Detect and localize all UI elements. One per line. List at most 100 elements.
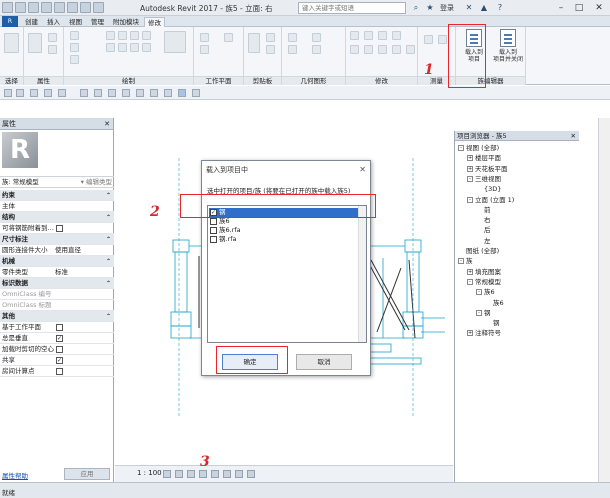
infocenter-icon[interactable]: ★ [424,2,436,14]
circle-tool-icon[interactable] [118,31,127,40]
detail-level-icon[interactable] [163,470,171,478]
browser-node[interactable]: + 楼层平面 [467,154,501,163]
property-checkbox[interactable]: ✓ [56,335,63,342]
property-checkbox[interactable] [56,368,63,375]
align-icon[interactable] [350,31,359,40]
arc-tool-icon[interactable] [106,31,115,40]
browser-node[interactable]: - 视图 (全部) [458,144,499,153]
edit-type-button[interactable]: ▾ 编辑类型 [81,177,112,188]
trim-icon[interactable] [378,45,387,54]
measure-distance-icon[interactable] [424,35,433,44]
array-icon[interactable] [392,45,401,54]
load-into-project-close-button[interactable]: 载入到 项目并关闭 [492,27,524,67]
property-category[interactable]: 结构 ⌃ [0,212,114,223]
properties-icon[interactable] [28,33,42,53]
maximize-icon[interactable]: □ [570,0,588,16]
sun-path-icon[interactable] [187,470,195,478]
save-icon[interactable] [28,2,39,13]
text-icon[interactable] [93,2,104,13]
aligned-dimension-icon[interactable] [438,35,447,44]
property-value[interactable]: 使用直径 [55,245,81,255]
set-work-plane-icon[interactable] [200,33,209,42]
project-list-item[interactable]: 族6.rfa [209,226,359,235]
tab-modify[interactable]: 修改 [144,17,165,27]
print-icon[interactable] [67,2,78,13]
help-icon[interactable]: ? [494,2,506,14]
browser-node[interactable]: 前 [476,206,491,215]
close-icon[interactable]: ✕ [590,0,608,16]
modify-select-icon[interactable] [4,33,19,53]
ref-plane-icon[interactable] [142,43,151,52]
tangent-arc-icon[interactable] [130,43,139,52]
browser-node[interactable]: + 注释符号 [467,329,501,338]
property-checkbox[interactable]: ✓ [56,357,63,364]
exchange-icon[interactable]: ✕ [463,2,475,14]
collapse-icon[interactable]: - [458,258,464,265]
browser-node[interactable]: 族6 [485,299,504,308]
apply-button[interactable]: 应用 [64,468,110,480]
browser-node[interactable]: -钢 [476,309,491,318]
model-line-icon[interactable] [164,31,186,53]
cut-geometry-icon[interactable] [288,45,297,54]
opt-measure-icon[interactable] [80,89,88,97]
line-tool-icon[interactable] [70,31,79,40]
mirror-icon[interactable] [378,31,387,40]
expand-icon[interactable]: + [467,155,473,162]
collapse-icon[interactable]: - [467,175,473,182]
collapse-chevron-icon[interactable]: ⌃ [106,278,111,288]
browser-node[interactable]: - 三维视图 [467,175,501,184]
opt-undo-icon[interactable] [30,89,38,97]
collapse-chevron-icon[interactable]: ⌃ [106,190,111,200]
opt-tag-icon[interactable] [108,89,116,97]
property-category[interactable]: 其他 ⌃ [0,311,114,322]
copy-icon[interactable] [266,45,275,54]
offset-icon[interactable] [364,31,373,40]
collapse-icon[interactable]: - [476,289,482,296]
property-value[interactable]: 标准 [55,267,68,277]
browser-node[interactable]: 钢 [485,319,500,328]
expand-icon[interactable]: + [467,268,473,275]
show-work-plane-icon[interactable] [200,45,209,54]
project-browser-close-icon[interactable]: ✕ [571,131,576,141]
tab-create[interactable]: 创建 [22,17,41,27]
file-menu-button[interactable]: R [2,16,18,27]
cut-icon[interactable] [266,33,275,42]
properties-close-icon[interactable]: ✕ [104,118,110,130]
search-input[interactable]: 键入关键字或短语 [298,2,406,14]
collapse-icon[interactable]: - [476,309,482,316]
browser-node[interactable]: 图纸 (全部) [458,247,499,256]
vertical-scrollbar[interactable] [598,118,610,482]
project-checkbox[interactable] [210,236,217,243]
view-scale[interactable]: 1 : 100 [137,469,162,477]
fillet-arc-icon[interactable] [118,43,127,52]
opt-thin-lines-icon[interactable] [164,89,172,97]
collapse-icon[interactable]: - [467,278,473,285]
measure-icon[interactable] [80,2,91,13]
paste-icon[interactable] [248,33,260,53]
opt-sync-icon[interactable] [58,89,66,97]
collapse-icon[interactable]: - [467,196,473,203]
expand-icon[interactable]: + [467,165,473,172]
browser-node[interactable]: + 填充图案 [467,268,501,277]
type-selector[interactable]: 族: 常规模型 ▾ 编辑类型 [0,176,114,188]
tab-manage[interactable]: 管理 [88,17,107,27]
copy-element-icon[interactable] [350,45,359,54]
split-face-icon[interactable] [312,33,321,42]
shadows-icon[interactable] [199,470,207,478]
scale-icon[interactable] [406,45,415,54]
project-list-item[interactable]: 钢.rfa [209,235,359,244]
opt-close-hidden-icon[interactable] [178,89,186,97]
opt-open-icon[interactable] [4,89,12,97]
browser-node[interactable]: - 常规模型 [467,278,501,287]
ellipse-tool-icon[interactable] [142,31,151,40]
group-select-label[interactable]: 选择 [0,76,23,85]
expand-icon[interactable]: + [467,330,473,337]
visual-style-icon[interactable] [175,470,183,478]
browser-node[interactable]: - 族6 [476,288,495,297]
viewer-icon[interactable] [224,33,233,42]
redo-icon[interactable] [54,2,65,13]
opt-save-icon[interactable] [16,89,24,97]
rectangle-tool-icon[interactable] [70,43,79,52]
opt-switch-windows-icon[interactable] [192,89,200,97]
polygon-tool-icon[interactable] [70,55,79,64]
